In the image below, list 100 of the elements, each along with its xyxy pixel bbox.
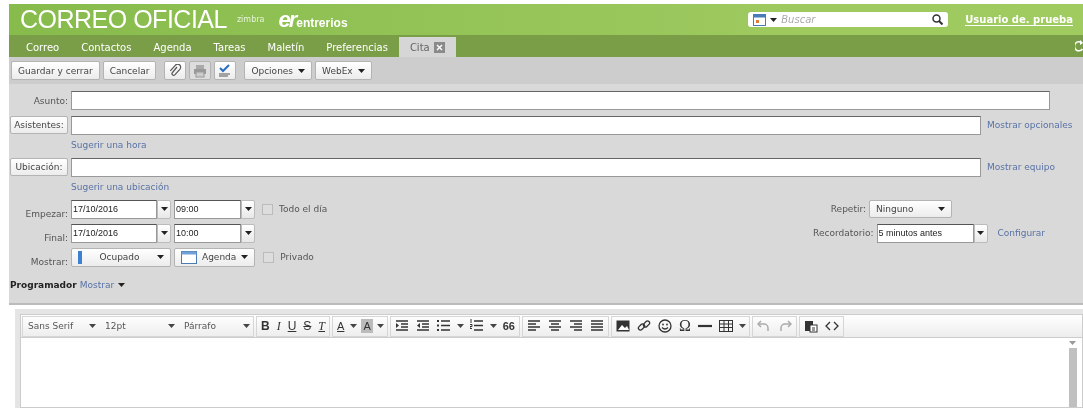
field-label: Mostrar: — [30, 257, 68, 267]
align-center-icon — [548, 319, 562, 333]
smiley-button[interactable] — [656, 317, 674, 335]
toolbar-button[interactable]: Cancelar — [102, 61, 157, 80]
highlight-color-button[interactable]: A — [361, 319, 373, 333]
caret-icon — [244, 207, 252, 211]
status-bar-icon — [78, 250, 82, 264]
caret-icon — [1069, 341, 1076, 345]
checkbox-label: Todo el día — [279, 204, 328, 214]
caret-icon — [738, 324, 746, 328]
font-select[interactable]: Sans Serif — [25, 321, 99, 331]
field-label: Final: — [44, 233, 68, 243]
paperclip-icon — [168, 63, 183, 78]
field-label: Recordatorio: — [813, 228, 874, 238]
paste-icon — [803, 319, 818, 333]
caret-icon — [489, 324, 497, 328]
smiley-icon — [658, 319, 672, 333]
text-color-button[interactable]: A — [335, 317, 347, 335]
field-label: Asunto: — [33, 95, 68, 106]
app-title: CORREO OFICIAL — [20, 5, 227, 34]
caret-icon — [938, 207, 945, 211]
caret-icon — [376, 324, 384, 328]
show-link[interactable]: Mostrar equipo — [987, 162, 1055, 172]
caret-icon — [241, 255, 249, 259]
bold-button[interactable]: B — [259, 317, 272, 335]
field-button[interactable]: Ubicación: — [10, 158, 68, 176]
caret-icon — [89, 324, 96, 328]
caret-icon — [350, 324, 358, 328]
format-select[interactable]: Párrafo — [181, 321, 253, 331]
date-field[interactable]: 17/10/2016 — [71, 199, 157, 219]
show-link[interactable]: Mostrar — [79, 280, 126, 290]
date-field[interactable]: 17/10/2016 — [71, 223, 157, 243]
calendar-icon — [753, 13, 767, 26]
omega-button[interactable]: Ω — [677, 317, 693, 335]
menu-button[interactable]: WebEx — [315, 61, 372, 80]
caret-icon — [977, 231, 984, 235]
toolbar-button[interactable]: Guardar y cerrar — [11, 61, 100, 80]
zimbra-logo: zimbra — [236, 15, 265, 24]
menu-button[interactable]: Opciones — [244, 61, 313, 80]
code-icon — [824, 319, 839, 333]
configure-link[interactable]: Configurar — [997, 228, 1045, 238]
spellcheck-button[interactable] — [214, 61, 237, 80]
attach-button[interactable] — [164, 61, 187, 80]
caret-icon — [243, 324, 250, 328]
checkbox[interactable] — [263, 251, 275, 263]
caret-icon — [357, 68, 365, 73]
suggest-link[interactable]: Sugerir una hora — [71, 140, 147, 150]
status-select[interactable]: Ocupado — [71, 247, 171, 267]
caret-icon — [157, 255, 164, 259]
caret-icon — [160, 231, 168, 235]
subject-field[interactable] — [71, 91, 1050, 110]
checkmark-icon — [218, 63, 233, 78]
checkbox-label: Privado — [280, 252, 314, 262]
link-icon — [637, 319, 651, 333]
align-right-icon — [569, 319, 583, 333]
justify-icon — [590, 319, 604, 333]
caret-icon — [168, 324, 175, 328]
field-button[interactable]: Asistentes: — [10, 116, 68, 134]
dropdown-button[interactable] — [241, 223, 255, 243]
search-icon — [932, 14, 944, 25]
tab[interactable]: Cita — [398, 37, 456, 57]
show-link[interactable]: Mostrar opcionales — [987, 120, 1073, 130]
location-field[interactable] — [71, 157, 981, 177]
table-icon — [718, 319, 733, 333]
caret-icon — [770, 17, 778, 22]
suggest-link[interactable]: Sugerir una ubicación — [71, 182, 170, 192]
section-label: Programador — [10, 280, 77, 290]
table-button[interactable] — [716, 317, 735, 335]
logo-mark: er — [278, 6, 296, 33]
blockquote-button[interactable]: 66 — [500, 317, 517, 335]
dropdown-button[interactable] — [241, 199, 255, 219]
calendar-select[interactable]: Agenda — [174, 247, 256, 267]
printer-icon — [193, 63, 208, 78]
logo-text: entrerios — [296, 15, 348, 30]
image-icon — [616, 319, 630, 333]
time-field[interactable]: 09:00 — [174, 199, 241, 219]
size-select[interactable]: 12pt — [102, 321, 178, 331]
undo-icon — [756, 319, 771, 333]
align-left-icon — [527, 319, 541, 333]
caret-icon — [298, 68, 306, 73]
attendees-field[interactable] — [71, 115, 981, 135]
caret-icon — [456, 324, 464, 328]
underline-button[interactable]: U — [285, 317, 299, 335]
clear-format-button[interactable]: T — [316, 317, 328, 335]
repeat-select[interactable]: Ninguno — [869, 200, 952, 218]
caret-icon — [244, 231, 252, 235]
bullet-list-icon — [436, 319, 451, 333]
search-bar[interactable]: Buscar — [748, 12, 949, 27]
caret-icon — [160, 207, 168, 211]
caret-icon — [118, 283, 126, 287]
checkbox[interactable] — [262, 203, 273, 215]
calendar-icon — [181, 250, 197, 264]
numbered-list-icon — [469, 319, 484, 333]
reminder-field[interactable]: 5 minutos antes — [876, 223, 974, 243]
dropdown-button[interactable] — [157, 223, 171, 243]
field-label: Repetir: — [830, 204, 866, 214]
italic-button[interactable]: I — [274, 317, 283, 335]
time-field[interactable]: 10:00 — [174, 223, 241, 243]
strikethrough-button[interactable]: S — [301, 317, 314, 335]
dropdown-button[interactable] — [157, 199, 171, 219]
